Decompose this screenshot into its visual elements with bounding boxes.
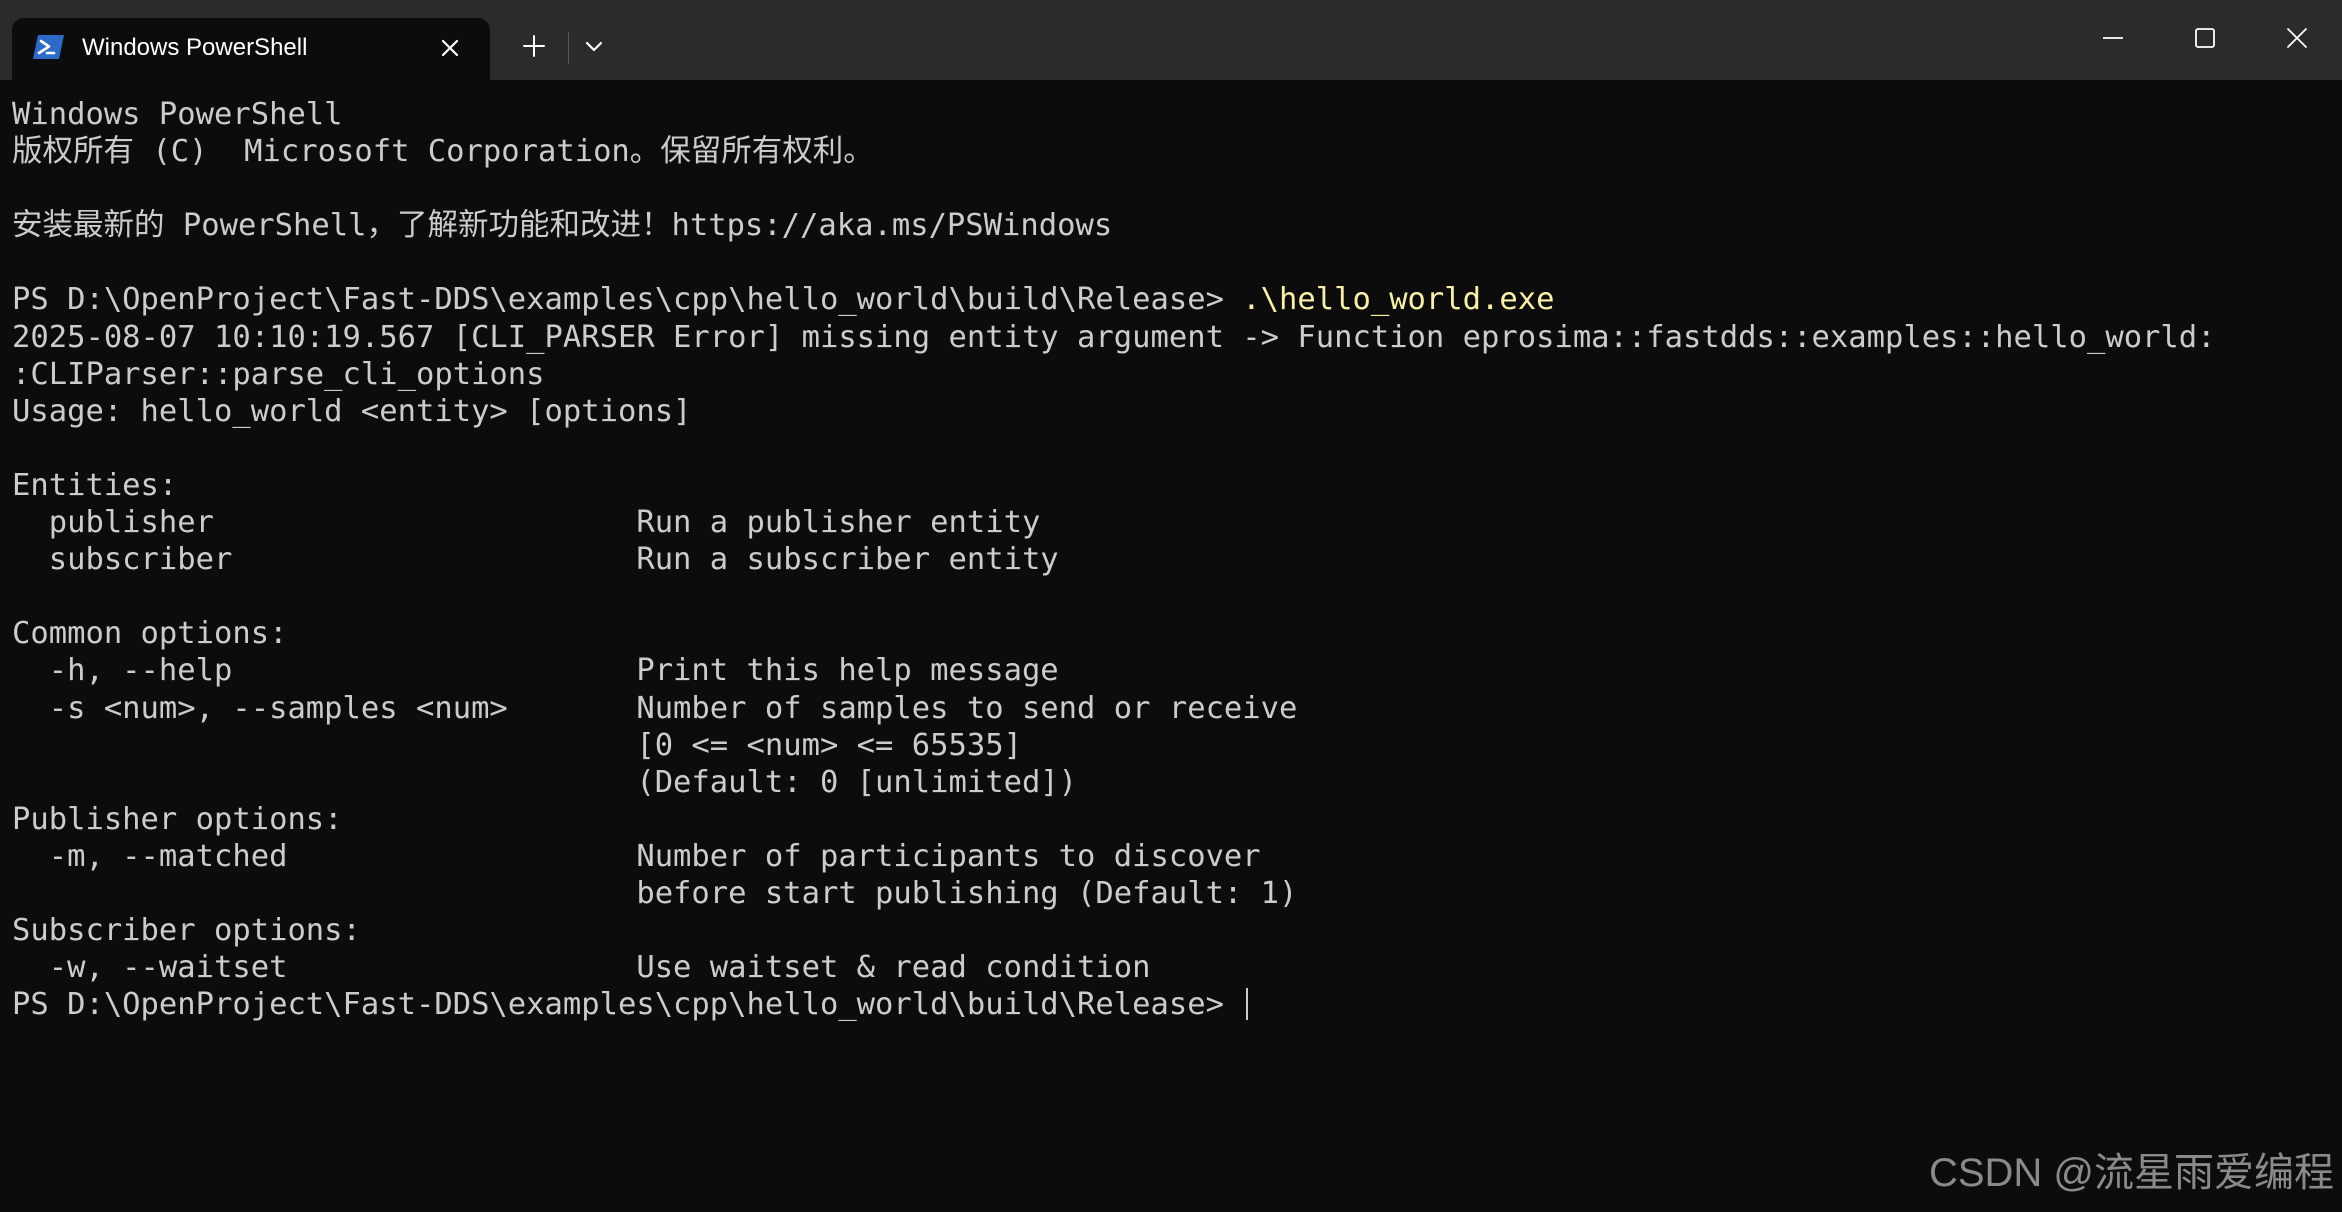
terminal-line-text: publisher Run a publisher entity	[12, 505, 1041, 541]
terminal-line: Usage: hello_world <entity> [options]	[12, 393, 2332, 430]
tab-windows-powershell[interactable]: Windows PowerShell	[12, 18, 490, 80]
close-icon	[2285, 26, 2309, 55]
terminal-line: publisher Run a publisher entity	[12, 504, 2332, 541]
terminal-line-text: Usage: hello_world <entity> [options]	[12, 393, 692, 429]
new-tab-button[interactable]	[510, 28, 558, 68]
terminal-line: PS D:\OpenProject\Fast-DDS\examples\cpp\…	[12, 986, 2332, 1023]
plus-icon	[522, 34, 546, 63]
tab-divider	[568, 32, 569, 64]
profile-dropdown-button[interactable]	[574, 28, 614, 68]
terminal-line-text: -s <num>, --samples <num> Number of samp…	[12, 690, 1298, 726]
terminal-line: before start publishing (Default: 1)	[12, 875, 2332, 912]
close-window-button[interactable]	[2262, 12, 2332, 68]
typed-command: .\hello_world.exe	[1242, 282, 1555, 318]
powershell-icon	[32, 33, 66, 61]
terminal-line: Common options:	[12, 615, 2332, 652]
terminal-line: [0 <= <num> <= 65535]	[12, 727, 2332, 764]
terminal-line-text: Windows PowerShell	[12, 97, 343, 132]
terminal-line: 版权所有 (C) Microsoft Corporation。保留所有权利。	[12, 133, 2332, 170]
tab-title: Windows PowerShell	[82, 34, 308, 61]
terminal-line: (Default: 0 [unlimited])	[12, 764, 2332, 801]
terminal-line: -m, --matched Number of participants to …	[12, 838, 2332, 875]
terminal-line: Publisher options:	[12, 801, 2332, 838]
terminal-line-text: -h, --help Print this help message	[12, 653, 1059, 689]
minimize-icon	[2101, 26, 2125, 55]
terminal-line-text: Common options:	[12, 616, 288, 652]
terminal-line-text: Subscriber options:	[12, 913, 361, 949]
terminal-line-text: subscriber Run a subscriber entity	[12, 542, 1059, 578]
terminal-line-text: Publisher options:	[12, 801, 343, 837]
terminal-line: PS D:\OpenProject\Fast-DDS\examples\cpp\…	[12, 281, 2332, 318]
text-cursor	[1246, 988, 1249, 1021]
terminal-line-text: -m, --matched Number of participants to …	[12, 838, 1261, 874]
tab-close-icon[interactable]	[432, 32, 468, 64]
chevron-down-icon	[584, 39, 604, 58]
terminal-line-text: 2025-08-07 10:10:19.567 [CLI_PARSER Erro…	[12, 319, 2216, 355]
watermark: CSDN @流星雨爱编程	[1928, 1151, 2334, 1195]
terminal-line-text: 版权所有 (C) Microsoft Corporation。保留所有权利。	[12, 134, 874, 170]
terminal-line: -s <num>, --samples <num> Number of samp…	[12, 690, 2332, 727]
terminal-window: Windows PowerShell Windows PowerShell 版权…	[0, 0, 2342, 1212]
terminal-line-text: Entities:	[12, 467, 178, 503]
terminal-line: subscriber Run a subscriber entity	[12, 541, 2332, 578]
terminal-line-text: -w, --waitset Use waitset & read conditi…	[12, 950, 1151, 986]
terminal-line: -w, --waitset Use waitset & read conditi…	[12, 949, 2332, 986]
terminal-line: :CLIParser::parse_cli_options	[12, 356, 2332, 393]
terminal-line-text: (Default: 0 [unlimited])	[12, 764, 1078, 800]
maximize-icon	[2193, 26, 2217, 55]
terminal-line-text: PS D:\OpenProject\Fast-DDS\examples\cpp\…	[12, 282, 1243, 318]
terminal-line-text: [0 <= <num> <= 65535]	[12, 727, 1022, 763]
terminal-line-text: 安装最新的 PowerShell，了解新功能和改进！https://aka.ms…	[12, 208, 1113, 244]
terminal-line: Entities:	[12, 467, 2332, 504]
terminal-line-text: PS D:\OpenProject\Fast-DDS\examples\cpp\…	[12, 987, 1243, 1023]
terminal-line-text: :CLIParser::parse_cli_options	[12, 356, 545, 392]
terminal-line: Subscriber options:	[12, 912, 2332, 949]
terminal-line: -h, --help Print this help message	[12, 652, 2332, 689]
title-bar[interactable]: Windows PowerShell	[0, 0, 2342, 80]
minimize-button[interactable]	[2078, 12, 2148, 68]
terminal-line-text: before start publishing (Default: 1)	[12, 875, 1298, 911]
terminal-output[interactable]: Windows PowerShell 版权所有 (C) Microsoft Cor…	[12, 96, 2332, 1196]
terminal-line: 2025-08-07 10:10:19.567 [CLI_PARSER Erro…	[12, 319, 2332, 356]
terminal-line: Windows PowerShell	[12, 96, 2332, 133]
terminal-line: 安装最新的 PowerShell，了解新功能和改进！https://aka.ms…	[12, 207, 2332, 244]
maximize-button[interactable]	[2170, 12, 2240, 68]
